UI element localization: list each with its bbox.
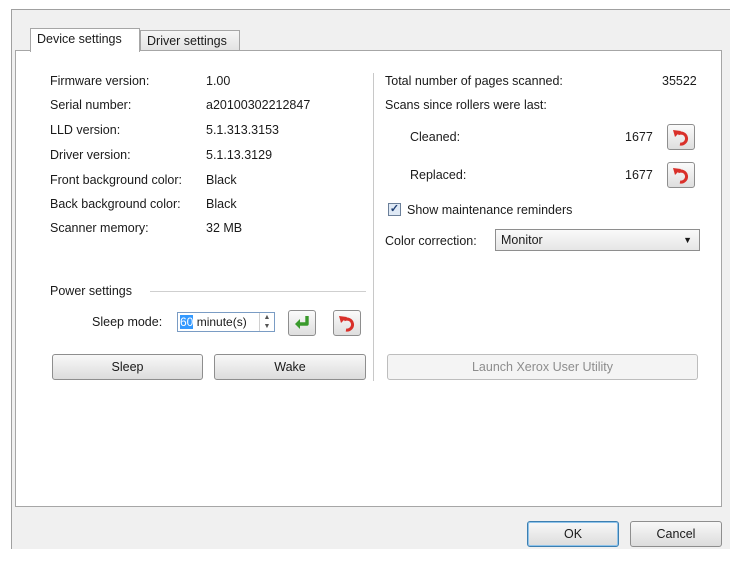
- sleep-mode-unit: minute(s): [193, 315, 247, 329]
- firmware-version-value: 1.00: [206, 74, 231, 88]
- spin-down-icon[interactable]: ▼: [260, 322, 274, 331]
- rollers-label: Scans since rollers were last:: [385, 98, 547, 112]
- checkmark-icon: ✓: [389, 203, 400, 215]
- maintenance-reminders-label[interactable]: Show maintenance reminders: [407, 203, 572, 217]
- color-correction-value: Monitor: [501, 233, 543, 247]
- cancel-button[interactable]: Cancel: [630, 521, 722, 547]
- apply-sleep-button[interactable]: [288, 310, 316, 336]
- apply-green-arrow-icon: [295, 316, 309, 329]
- maintenance-reminders-checkbox[interactable]: ✓: [388, 203, 401, 216]
- power-settings-title: Power settings: [50, 284, 132, 298]
- firmware-version-label: Firmware version:: [50, 74, 150, 88]
- chevron-down-icon: ▼: [683, 235, 692, 245]
- reset-red-arrow-icon: [673, 130, 688, 146]
- sleep-mode-spin-arrows[interactable]: ▲ ▼: [259, 313, 274, 331]
- reset-replaced-button[interactable]: [667, 162, 695, 188]
- front-background-color-label: Front background color:: [50, 173, 183, 187]
- cleaned-value: 1677: [625, 130, 653, 144]
- color-correction-label: Color correction:: [385, 234, 477, 248]
- sleep-button[interactable]: Sleep: [52, 354, 203, 380]
- back-background-color-value: Black: [206, 197, 237, 211]
- replaced-label: Replaced:: [410, 168, 467, 182]
- panel-content: Firmware version: 1.00 Serial number: a2…: [0, 0, 730, 561]
- driver-version-value: 5.1.13.3129: [206, 148, 273, 162]
- launch-utility-button[interactable]: Launch Xerox User Utility: [387, 354, 698, 380]
- reset-red-arrow-icon: [673, 168, 688, 184]
- lld-version-label: LLD version:: [50, 123, 121, 137]
- serial-number-label: Serial number:: [50, 98, 132, 112]
- wake-button[interactable]: Wake: [214, 354, 366, 380]
- scanner-memory-value: 32 MB: [206, 221, 243, 235]
- total-pages-label: Total number of pages scanned:: [385, 74, 563, 88]
- sleep-mode-selected-text: 60: [180, 315, 194, 329]
- color-correction-select[interactable]: Monitor ▼: [495, 229, 700, 251]
- front-background-color-value: Black: [206, 173, 237, 187]
- reset-sleep-button[interactable]: [333, 310, 361, 336]
- serial-number-value: a20100302212847: [206, 98, 311, 112]
- cleaned-label: Cleaned:: [410, 130, 461, 144]
- reset-cleaned-button[interactable]: [667, 124, 695, 150]
- back-background-color-label: Back background color:: [50, 197, 181, 211]
- sleep-mode-value[interactable]: 60 minute(s): [180, 315, 247, 330]
- sleep-mode-stepper[interactable]: 60 minute(s) ▲ ▼: [177, 312, 275, 332]
- scanner-memory-label: Scanner memory:: [50, 221, 149, 235]
- power-settings-divider: [150, 291, 366, 292]
- reset-red-arrow-icon: [339, 316, 354, 332]
- ok-button[interactable]: OK: [527, 521, 619, 547]
- column-divider: [373, 73, 374, 381]
- total-pages-value: 35522: [662, 74, 697, 88]
- spin-up-icon[interactable]: ▲: [260, 313, 274, 322]
- driver-version-label: Driver version:: [50, 148, 131, 162]
- lld-version-value: 5.1.313.3153: [206, 123, 279, 137]
- replaced-value: 1677: [625, 168, 653, 182]
- sleep-mode-label: Sleep mode:: [92, 315, 163, 329]
